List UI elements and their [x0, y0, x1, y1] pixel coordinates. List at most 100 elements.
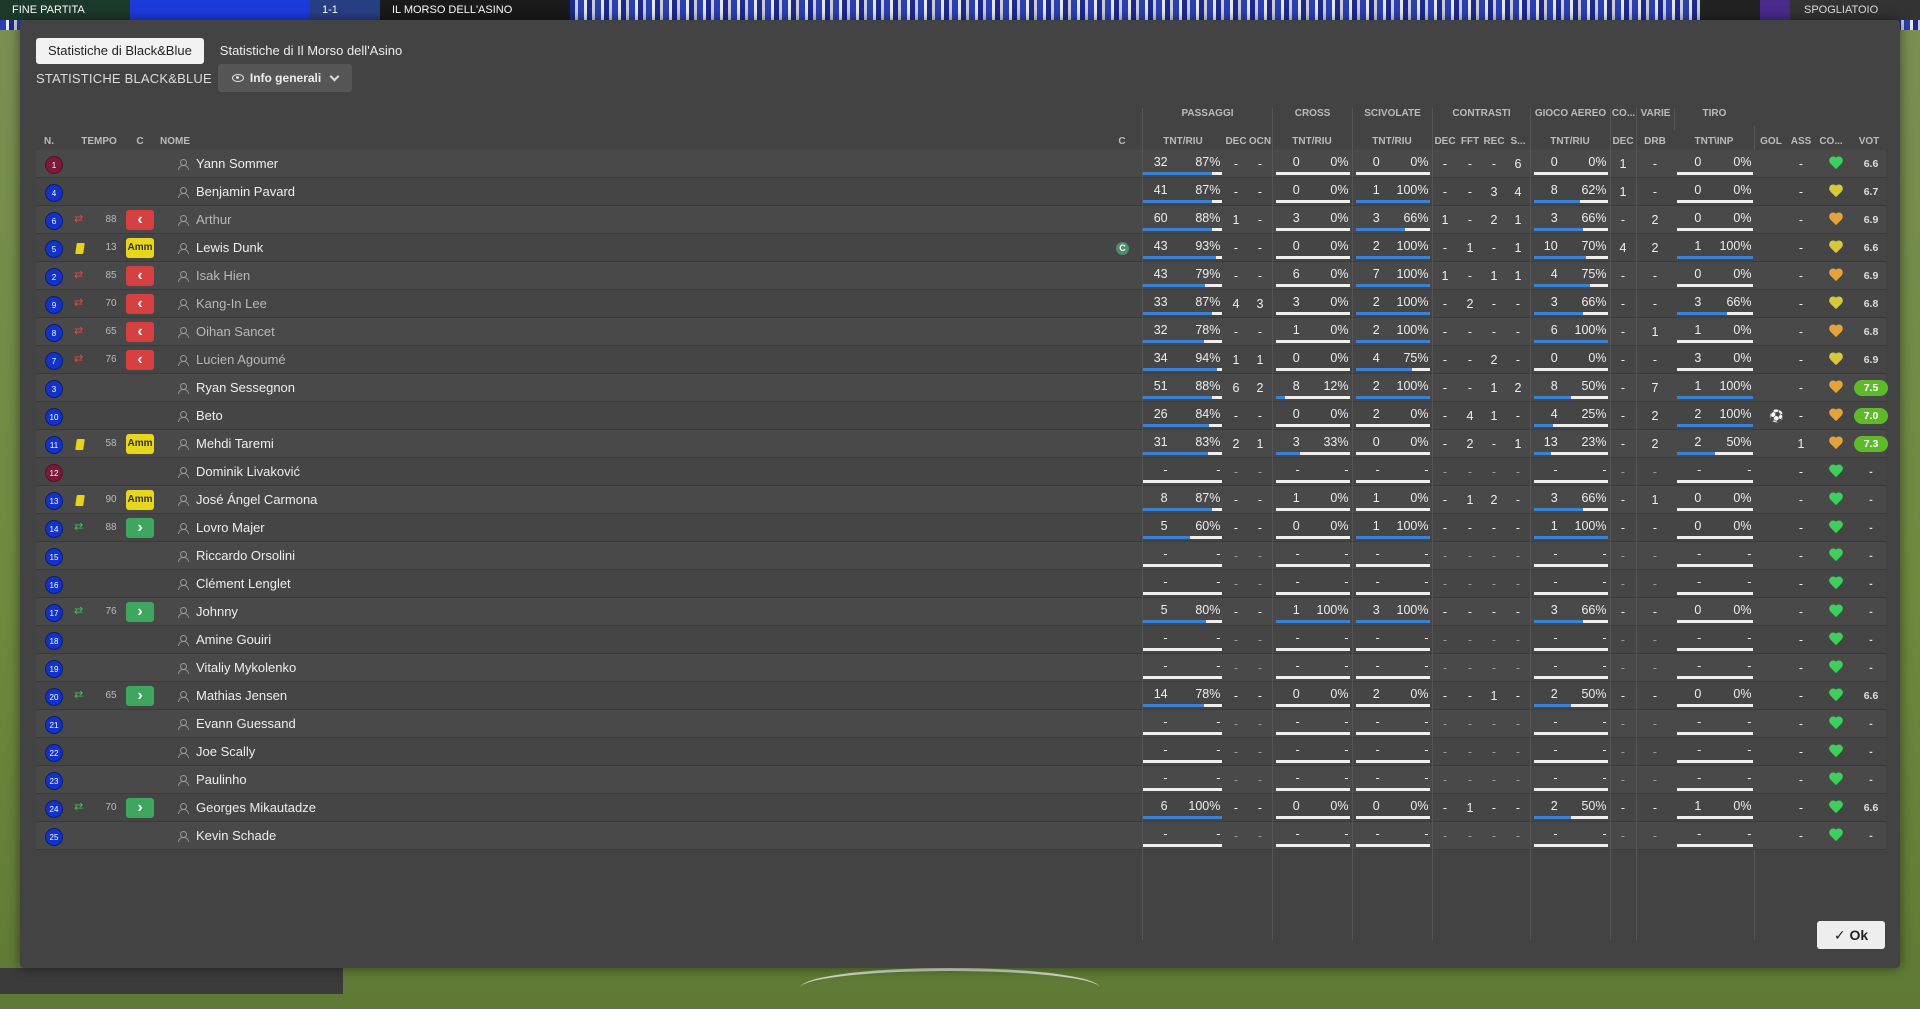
- table-row[interactable]: 24 ⇄ 70 › Georges Mikautadze 6 100% 0 0% 0 0% 2 50% 1…: [36, 794, 1886, 822]
- col-tempo[interactable]: TEMPO: [74, 136, 124, 147]
- table-row[interactable]: 2 ⇄ 85 ‹ Isak Hien 43 79% 6 0% 7 100% 4 75% 0 0% - - 1 - 1 1…: [36, 262, 1886, 290]
- col-aereo-tnt[interactable]: TNT/RIU: [1530, 136, 1610, 147]
- col-condition[interactable]: CO...: [1816, 136, 1846, 147]
- table-row[interactable]: 12 Dominik Livaković - - - - - - - - - - - - - - - - - - - -: [36, 458, 1886, 486]
- col-sciv-tnt[interactable]: TNT/RIU: [1352, 136, 1432, 147]
- table-row[interactable]: 9 ⇄ 70 ‹ Kang-In Lee 33 87% 3 0% 2 100% 3 66% 3 66% 4 3 -…: [36, 290, 1886, 318]
- ok-button[interactable]: ✓ Ok: [1817, 921, 1885, 949]
- table-row[interactable]: 16 Clément Lenglet - - - - - - - - - - - - - - - - - - - -: [36, 570, 1886, 598]
- stat-cross-percent: 0%: [1330, 323, 1349, 337]
- player-name[interactable]: Georges Mikautadze: [196, 794, 316, 822]
- player-name[interactable]: Joe Scally: [196, 738, 255, 766]
- dressing-room-label[interactable]: SPOGLIATOIO: [1790, 0, 1920, 20]
- stat-pdec: -: [1233, 745, 1239, 759]
- stat-drb: -: [1652, 745, 1658, 759]
- col-varie-drb[interactable]: DRB: [1636, 136, 1674, 147]
- player-name[interactable]: Paulinho: [196, 766, 247, 794]
- stat-tiro-attempts: 0: [1694, 155, 1702, 169]
- table-row[interactable]: 20 ⇄ 65 › Mathias Jensen 14 78% 0 0% 2 0% 2 50% 0 0% - -…: [36, 682, 1886, 710]
- col-c[interactable]: C: [130, 136, 150, 147]
- stat-tiro: 1 100%: [1677, 374, 1753, 402]
- col-cont-s[interactable]: S...: [1506, 136, 1530, 147]
- stat-sciv: --: [1356, 458, 1430, 486]
- player-name[interactable]: Ryan Sessegnon: [196, 374, 295, 402]
- stat-aereo-bar: [1534, 760, 1608, 763]
- col-ass[interactable]: ASS: [1788, 136, 1814, 147]
- player-name[interactable]: Riccardo Orsolini: [196, 542, 295, 570]
- player-name[interactable]: Dominik Livaković: [196, 458, 300, 486]
- col-cont-rec[interactable]: REC: [1482, 136, 1506, 147]
- table-row[interactable]: 25 Kevin Schade - - - - - - - - - - - - - - - - - - - -: [36, 822, 1886, 850]
- stat-tiro-percent: -: [1747, 743, 1752, 757]
- stat-drb: -: [1652, 185, 1658, 199]
- event-minute: 70: [105, 298, 117, 309]
- table-row[interactable]: 3 Ryan Sessegnon 51 88% 8 12% 2 100% 8 50% 1 100% 6 2…: [36, 374, 1888, 402]
- player-name[interactable]: Beto: [196, 402, 223, 430]
- col-gol[interactable]: GOL: [1756, 136, 1786, 147]
- stat-tiro-bar: [1677, 508, 1753, 511]
- stat-cs: -: [1515, 773, 1521, 787]
- player-name[interactable]: Arthur: [196, 206, 231, 234]
- col-cont-dec[interactable]: DEC: [1432, 136, 1458, 147]
- col-nome[interactable]: NOME: [160, 136, 210, 147]
- stat-codec: -: [1620, 661, 1626, 675]
- table-row[interactable]: 17 ⇄ 76 › Johnny 5 80% 1 100% 3 100% 3 66% 0 0% - - - - - - -…: [36, 598, 1886, 626]
- player-name[interactable]: Mehdi Taremi: [196, 430, 274, 458]
- player-name[interactable]: José Ángel Carmona: [196, 486, 317, 514]
- match-rating: -: [1869, 774, 1873, 786]
- player-name[interactable]: Amine Gouiri: [196, 626, 271, 654]
- stat-sciv-bar: [1356, 452, 1430, 455]
- table-row[interactable]: 7 ⇄ 76 ‹ Lucien Agoumé 34 94% 0 0% 4 75% 0 0% 3 0% 1 1 - -…: [36, 346, 1886, 374]
- divider: [1530, 126, 1531, 940]
- table-row[interactable]: 21 Evann Guessand - - - - - - - - - - - - - - - - - - - -: [36, 710, 1886, 738]
- col-tiro-tnt[interactable]: TNT\INP: [1674, 136, 1754, 147]
- table-row[interactable]: 4 Benjamin Pavard 41 87% 0 0% 1 100% 8 62% 0 0% - - - -…: [36, 178, 1886, 206]
- col-pass-tnt[interactable]: TNT/RIU: [1142, 136, 1224, 147]
- table-row[interactable]: 15 Riccardo Orsolini - - - - - - - - - - - - - - - - - - - -: [36, 542, 1886, 570]
- table-row[interactable]: 23 Paulinho - - - - - - - - - - - - - - - - - - - -: [36, 766, 1886, 794]
- player-name[interactable]: Lovro Majer: [196, 514, 265, 542]
- view-dropdown[interactable]: Info generali: [217, 64, 353, 92]
- person-icon: [178, 327, 189, 338]
- table-row[interactable]: 19 Vitaliy Mykolenko - - - - - - - - - - - - - - - - - - - -: [36, 654, 1886, 682]
- stat-aereo-bar: [1534, 704, 1608, 707]
- col-number[interactable]: N.: [36, 136, 62, 147]
- col-voto[interactable]: VOT: [1852, 136, 1886, 147]
- player-name[interactable]: Vitaliy Mykolenko: [196, 654, 296, 682]
- col-pass-dec[interactable]: DEC: [1224, 136, 1248, 147]
- stat-cross-bar: [1276, 536, 1350, 539]
- table-row[interactable]: 13 90 Amm José Ángel Carmona 8 87% 1 0% 1 0% 3 66% 0…: [36, 486, 1886, 514]
- stat-sciv-percent: 100%: [1396, 323, 1429, 337]
- col-pass-ocn[interactable]: OCN: [1248, 136, 1272, 147]
- player-name[interactable]: Kevin Schade: [196, 822, 276, 850]
- col-captain[interactable]: C: [1114, 136, 1130, 147]
- stat-aereo-bar: [1534, 312, 1608, 315]
- col-cross-tnt[interactable]: TNT/RIU: [1272, 136, 1352, 147]
- table-row[interactable]: 5 13 Amm Lewis Dunk C 43 93% 0 0% 2 100% 10 70% 1 100%…: [36, 234, 1886, 262]
- player-name[interactable]: Lewis Dunk: [196, 234, 263, 262]
- col-co-dec[interactable]: DEC: [1610, 136, 1636, 147]
- col-cont-fft[interactable]: FFT: [1458, 136, 1482, 147]
- player-name[interactable]: Kang-In Lee: [196, 290, 267, 318]
- stat-pass-attempts: 5: [1160, 603, 1168, 617]
- player-name[interactable]: Isak Hien: [196, 262, 250, 290]
- player-name[interactable]: Yann Sommer: [196, 150, 278, 178]
- stat-cs: -: [1515, 661, 1521, 675]
- table-row[interactable]: 6 ⇄ 88 ‹ Arthur 60 88% 3 0% 3 66% 3 66% 0 0% 1 - 1 - 2 1 - 2 - 6…: [36, 206, 1886, 234]
- player-name[interactable]: Mathias Jensen: [196, 682, 287, 710]
- player-name[interactable]: Lucien Agoumé: [196, 346, 286, 374]
- player-name[interactable]: Clément Lenglet: [196, 570, 291, 598]
- table-row[interactable]: 11 58 Amm Mehdi Taremi 31 83% 3 33% 0 0% 13 23% 2 50%…: [36, 430, 1888, 458]
- player-name[interactable]: Benjamin Pavard: [196, 178, 295, 206]
- player-name[interactable]: Johnny: [196, 598, 238, 626]
- tab-away-stats[interactable]: Statistiche di Il Morso dell'Asino: [208, 38, 414, 64]
- table-row[interactable]: 18 Amine Gouiri - - - - - - - - - - - - - - - - - - - -: [36, 626, 1886, 654]
- table-row[interactable]: 14 ⇄ 88 › Lovro Majer 5 60% 0 0% 1 100% 1 100% 0 0% - - -…: [36, 514, 1886, 542]
- table-row[interactable]: 1 Yann Sommer 32 87% 0 0% 0 0% 0 0% 0 0% - - - - -6 1- -6.…: [36, 150, 1886, 178]
- table-row[interactable]: 22 Joe Scally - - - - - - - - - - - - - - - - - - - -: [36, 738, 1886, 766]
- table-row[interactable]: 8 ⇄ 65 ‹ Oihan Sancet 32 78% 1 0% 2 100% 6 100% 1 0% - -…: [36, 318, 1886, 346]
- player-name[interactable]: Oihan Sancet: [196, 318, 275, 346]
- table-row[interactable]: 10 Beto 26 84% 0 0% 2 0% 4 25% 2 100% - - -4 1- -2 ⚽ -7.0: [36, 402, 1888, 430]
- player-name[interactable]: Evann Guessand: [196, 710, 296, 738]
- tab-home-stats[interactable]: Statistiche di Black&Blue: [36, 38, 204, 64]
